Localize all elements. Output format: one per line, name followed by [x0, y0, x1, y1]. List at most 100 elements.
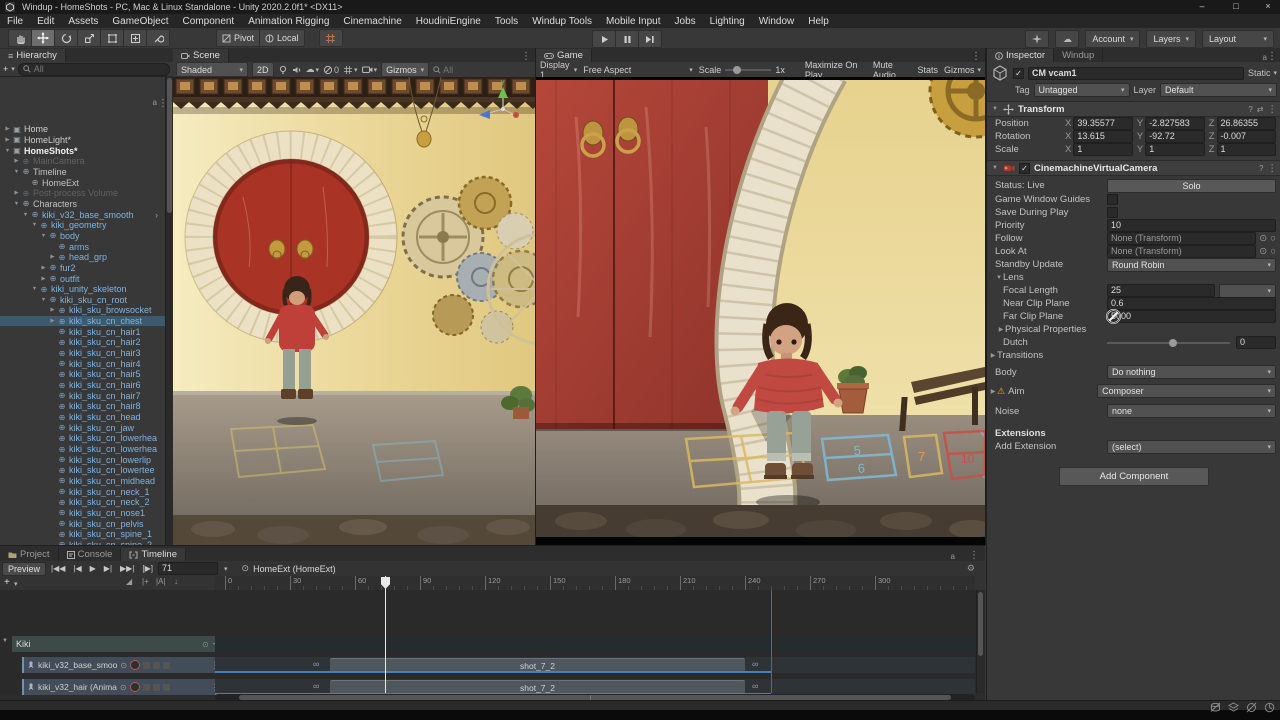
position-x-field[interactable]: 39.35577	[1073, 117, 1133, 130]
lookat-picker-icon[interactable]: ○	[1270, 246, 1276, 257]
hierarchy-row[interactable]: ⊕kiki_sku_cn_neck_2	[0, 497, 166, 508]
track-header-hair[interactable]: kiki_v32_hair (Anima ⊙ ⋮	[22, 679, 222, 695]
timeline-lock-icon[interactable]: a	[951, 552, 955, 561]
prev-frame-button[interactable]: |◀	[70, 564, 84, 573]
prefab-open-arrow-icon[interactable]: ›	[155, 210, 158, 220]
hierarchy-row[interactable]: ⊕kiki_sku_cn_spine_1	[0, 529, 166, 540]
timeline-vscrollbar[interactable]	[976, 590, 985, 693]
menu-item-mobile-input[interactable]: Mobile Input	[599, 16, 667, 27]
track1-lane[interactable]: ∞ shot_7_2 ∞	[215, 657, 975, 673]
tab-console[interactable]: Console	[59, 548, 122, 561]
play-range-button[interactable]: [▶]	[139, 564, 156, 573]
collapsed-arrow-icon[interactable]: ▶	[48, 318, 57, 324]
account-dropdown[interactable]: Account▾	[1085, 30, 1140, 48]
collapsed-arrow-icon[interactable]: ▶	[39, 265, 48, 271]
collapsed-arrow-icon[interactable]: ▶	[3, 126, 12, 132]
timeline-more-icon[interactable]: ⋮	[969, 550, 979, 561]
menu-item-assets[interactable]: Assets	[61, 16, 105, 27]
tab-scene[interactable]: Scene	[173, 49, 229, 62]
scene-effects-dropdown[interactable]: ☁▾	[306, 64, 320, 75]
expanded-arrow-icon[interactable]: ▼	[21, 212, 30, 218]
focal-preset-dropdown[interactable]: ▾	[1219, 284, 1276, 298]
kiki-mute-icon[interactable]: ⊙	[202, 640, 209, 649]
hierarchy-row[interactable]: ⊕kiki_sku_cn_hair8	[0, 401, 166, 412]
dutch-field[interactable]: 0	[1236, 336, 1276, 349]
hierarchy-row[interactable]: ⊕kiki_sku_cn_hair1	[0, 326, 166, 337]
hierarchy-row[interactable]: ⊕kiki_sku_cn_head	[0, 412, 166, 423]
curves-view-icon[interactable]: ◢	[126, 577, 132, 586]
layer-dropdown[interactable]: Default▾	[1160, 83, 1277, 97]
collapsed-arrow-icon[interactable]: ▶	[48, 254, 57, 260]
hierarchy-row[interactable]: ⊕kiki_sku_cn_hair4	[0, 358, 166, 369]
layers-status-icon[interactable]	[1228, 702, 1239, 713]
move-tool-button[interactable]	[32, 29, 55, 47]
help-icon[interactable]: ?	[1259, 164, 1263, 173]
expanded-arrow-icon[interactable]: ▼	[30, 286, 39, 292]
play-timeline-button[interactable]: ▶	[87, 564, 99, 573]
stats-toggle[interactable]: Stats	[917, 65, 938, 75]
track1-pin-icon[interactable]	[143, 662, 150, 669]
follow-picker-icon[interactable]: ○	[1270, 233, 1276, 244]
scene-viewport[interactable]: y	[173, 77, 535, 545]
goto-end-button[interactable]: ▶▶|	[117, 564, 137, 573]
next-frame-button[interactable]: ▶|	[101, 564, 115, 573]
track2-eye-icon[interactable]	[163, 684, 170, 691]
preview-toggle[interactable]: Preview	[2, 562, 46, 576]
rotation-y-field[interactable]: -92.72	[1145, 130, 1205, 143]
scene-visibility-toggle[interactable]: 0	[323, 65, 339, 75]
scene-search-input[interactable]: All	[433, 65, 453, 75]
guides-checkbox[interactable]	[1107, 194, 1118, 205]
add-extension-dropdown[interactable]: (select)▾	[1107, 440, 1276, 454]
aim-dropdown[interactable]: Composer▾	[1097, 384, 1276, 398]
dutch-slider[interactable]	[1107, 342, 1230, 344]
save-checkbox[interactable]	[1107, 207, 1118, 218]
rotate-tool-button[interactable]	[55, 29, 78, 47]
menu-item-animation-rigging[interactable]: Animation Rigging	[241, 16, 336, 27]
hierarchy-row[interactable]: ⊕arms	[0, 241, 166, 252]
collapsed-arrow-icon[interactable]: ▶	[12, 158, 21, 164]
hierarchy-row[interactable]: ▼⊕body	[0, 231, 166, 242]
body-dropdown[interactable]: Do nothing▾	[1107, 365, 1276, 379]
transitions-foldout[interactable]: ▶Transitions	[987, 349, 1280, 362]
playhead-line[interactable]	[385, 576, 386, 693]
position-y-field[interactable]: -2.827583	[1145, 117, 1205, 130]
track2-record-icon[interactable]	[130, 682, 140, 692]
expanded-arrow-icon[interactable]: ▼	[3, 148, 12, 154]
noise-dropdown[interactable]: none▾	[1107, 404, 1276, 418]
scale-y-field[interactable]: 1	[1145, 143, 1205, 156]
kiki-gutter-arrow[interactable]: ▼	[2, 638, 8, 644]
physical-properties-foldout[interactable]: ▶Physical Properties	[987, 323, 1280, 336]
hierarchy-row[interactable]: ▶⊕Post-process Volume	[0, 188, 166, 199]
lens-foldout[interactable]: ▼Lens	[987, 271, 1280, 284]
collapsed-arrow-icon[interactable]: ▶	[39, 276, 48, 282]
minimize-button[interactable]: –	[1192, 1, 1212, 11]
tab-windup[interactable]: Windup	[1054, 49, 1103, 62]
custom-tool-button[interactable]	[147, 29, 170, 47]
markers-icon[interactable]: ↓	[174, 577, 178, 586]
hierarchy-row[interactable]: ▼⊕kiki_unity_skeleton	[0, 284, 166, 295]
timeline-ruler[interactable]: 0306090120150180210240270300	[215, 576, 975, 590]
lookat-target-icon[interactable]: ⊙	[1259, 246, 1267, 257]
priority-field[interactable]: 10	[1107, 219, 1276, 232]
current-frame-field[interactable]: 71	[158, 562, 218, 575]
game-more-icon[interactable]: ⋮	[971, 51, 981, 62]
hierarchy-row[interactable]: ⊕kiki_sku_cn_pelvis	[0, 518, 166, 529]
scale-slider[interactable]: Scale 1x	[699, 65, 785, 75]
hierarchy-row[interactable]: ▼⊕Timeline	[0, 167, 166, 178]
near-clip-field[interactable]: 0.6	[1107, 297, 1276, 310]
hierarchy-search-input[interactable]: All	[18, 63, 170, 76]
timeline-asset-breadcrumb[interactable]: ⊙ HomeExt (HomeExt)	[242, 563, 336, 574]
transform-header[interactable]: ▼ Transform ? ⇄ ⋮	[987, 101, 1280, 117]
hierarchy-row[interactable]: ⊕HomeExt	[0, 177, 166, 188]
track2-lane[interactable]: ∞ shot_7_2 ∞	[215, 679, 975, 695]
preset-icon[interactable]: ⇄	[1257, 105, 1264, 114]
hierarchy-row[interactable]: ▼⊕kiki_sku_cn_root	[0, 295, 166, 306]
hierarchy-row[interactable]: ⊕kiki_sku_cn_midhead	[0, 476, 166, 487]
track1-target-icon[interactable]: ⊙	[120, 661, 127, 670]
gameobject-name-field[interactable]: CM vcam1	[1028, 67, 1244, 80]
tab-project[interactable]: Project	[0, 548, 59, 561]
menu-item-cinemachine[interactable]: Cinemachine	[336, 16, 408, 27]
2d-toggle[interactable]: 2D	[252, 62, 274, 77]
menu-item-houdiniengine[interactable]: HoudiniEngine	[409, 16, 488, 27]
insert-frame-icon[interactable]: |+	[142, 577, 149, 586]
